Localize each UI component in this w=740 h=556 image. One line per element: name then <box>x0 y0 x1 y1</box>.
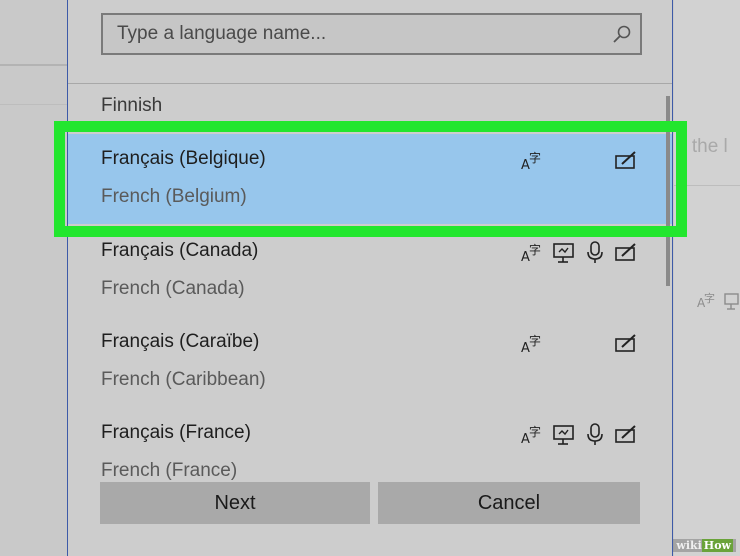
add-language-dialog: Finnish Français (Belgique) French (Belg… <box>67 0 673 556</box>
background-text: n the l <box>676 136 728 157</box>
list-scrollbar[interactable] <box>666 96 670 286</box>
handwriting-icon <box>615 151 636 169</box>
svg-text:字: 字 <box>704 291 715 305</box>
watermark-prefix: wiki <box>676 539 702 552</box>
background-divider <box>674 185 740 186</box>
background-window <box>674 0 740 556</box>
display-language-icon: A 字 <box>521 150 541 172</box>
language-english-name: French (Canada) <box>101 278 245 299</box>
search-input[interactable] <box>103 15 593 53</box>
list-item-francais-belgique[interactable]: Français (Belgique) French (Belgium) A 字 <box>68 134 672 224</box>
background-feature-icons: A 字 <box>696 290 740 317</box>
next-button[interactable]: Next <box>100 482 370 524</box>
display-language-icon: A 字 <box>521 242 541 264</box>
svg-text:字: 字 <box>529 333 541 348</box>
language-native-name: Français (Canada) <box>101 240 259 261</box>
microphone-icon <box>587 423 603 445</box>
list-item-francais-caraibe[interactable]: Français (Caraïbe) French (Caribbean) A … <box>68 317 672 407</box>
list-item-finnish[interactable]: Finnish <box>101 95 162 117</box>
handwriting-icon <box>615 243 636 261</box>
text-to-speech-icon <box>553 243 574 263</box>
microphone-icon <box>587 241 603 263</box>
search-box[interactable] <box>101 13 642 55</box>
handwriting-icon <box>615 334 636 352</box>
watermark-brand: How <box>701 539 733 552</box>
search-icon[interactable] <box>612 24 632 44</box>
language-english-name: French (Caribbean) <box>101 369 266 390</box>
language-native-name: Français (Caraïbe) <box>101 331 260 352</box>
language-native-name: Français (Belgique) <box>101 148 266 169</box>
background-divider <box>0 64 68 66</box>
background-divider <box>0 104 68 105</box>
svg-text:字: 字 <box>529 424 541 439</box>
display-language-icon: A 字 <box>521 424 541 446</box>
language-native-name: Français (France) <box>101 422 251 443</box>
cancel-button[interactable]: Cancel <box>378 482 640 524</box>
watermark-logo: wiki How <box>673 539 736 552</box>
display-language-icon: A 字 <box>521 333 541 355</box>
search-divider <box>68 83 672 84</box>
display-language-icon: A 字 <box>697 291 739 310</box>
language-english-name: French (Belgium) <box>101 186 247 207</box>
handwriting-icon <box>615 425 636 443</box>
language-english-name: French (France) <box>101 460 238 481</box>
list-item-francais-canada[interactable]: Français (Canada) French (Canada) A 字 <box>68 226 672 316</box>
svg-text:字: 字 <box>529 150 541 165</box>
svg-text:字: 字 <box>529 242 541 257</box>
text-to-speech-icon <box>553 425 574 445</box>
